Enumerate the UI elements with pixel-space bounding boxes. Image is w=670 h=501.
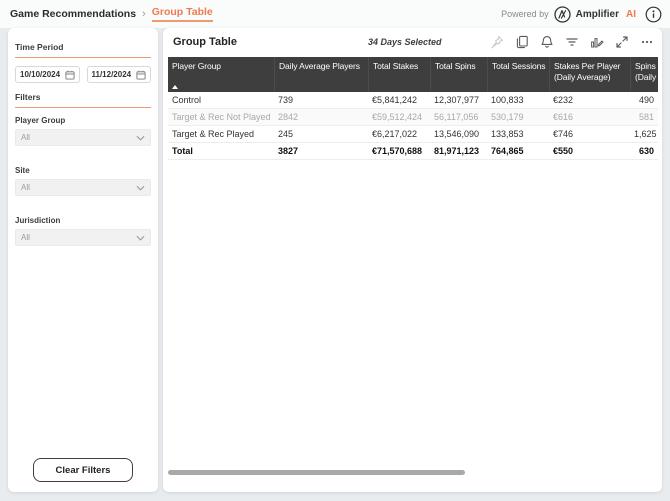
table-cell: 2842 (278, 112, 299, 122)
brand-suffix: AI (626, 8, 636, 20)
column-header[interactable]: Total Sessions (487, 57, 549, 92)
table-cell: 530,179 (491, 112, 524, 122)
chevron-right-icon: › (142, 8, 146, 20)
end-date-value: 11/12/2024 (91, 70, 132, 79)
chevron-down-icon (136, 135, 145, 141)
clear-filters-button[interactable]: Clear Filters (33, 458, 133, 482)
player-group-select[interactable]: All (15, 129, 151, 146)
copy-icon[interactable] (515, 35, 529, 49)
column-header-label: Stakes Per Player (Daily Average) (554, 61, 621, 83)
days-selected-label: 34 Days Selected (368, 37, 442, 47)
divider (15, 107, 151, 108)
table-cell: 490 (638, 95, 654, 105)
more-options-icon[interactable] (640, 35, 654, 49)
start-date-input[interactable]: 10/10/2024 (15, 66, 80, 83)
column-header[interactable]: Player Group (168, 57, 274, 92)
alert-icon[interactable] (540, 35, 554, 49)
site-select[interactable]: All (15, 179, 151, 196)
table-cell: €616 (553, 112, 574, 122)
column-header[interactable]: Total Spins (430, 57, 487, 92)
table-row[interactable]: Control 739 €5,841,242 12,307,977 100,833 €23… (168, 92, 658, 109)
filters-panel: Time Period 10/10/2024 11/12/2024 Filter… (8, 28, 158, 492)
column-header[interactable]: Stakes Per Player (Daily Average) (549, 57, 630, 92)
table-cell: 100,833 (491, 95, 524, 105)
column-header[interactable]: Daily Average Players (274, 57, 368, 92)
table-cell: 12,307,977 (434, 95, 480, 105)
chevron-down-icon (136, 235, 145, 241)
table-cell: 13,546,090 (434, 129, 480, 139)
brand-name: Amplifier (575, 8, 619, 20)
chevron-down-icon (136, 185, 145, 191)
visual-header: Group Table 34 Days Selected (163, 28, 662, 57)
player-group-label: Player Group (15, 116, 66, 125)
table-row[interactable]: Target & Rec Played 245 €6,217,022 13,546,0… (168, 126, 658, 143)
table-cell: 245 (278, 129, 294, 139)
column-header-label: Total Spins (435, 61, 476, 71)
pin-icon[interactable] (490, 35, 504, 49)
filters-heading: Filters (15, 92, 41, 102)
table-cell: 3827 (278, 146, 299, 156)
powered-by-block: Powered by Amplifier AI (501, 5, 662, 23)
filter-icon[interactable] (565, 35, 579, 49)
group-table-panel: Group Table 34 Days Selected Player Grou… (163, 28, 662, 492)
table-cell: 630 (638, 146, 654, 156)
column-header-label: Spins (Daily (635, 61, 657, 83)
table-cell: Target & Rec Played (172, 129, 255, 139)
site-label: Site (15, 166, 30, 175)
divider (15, 57, 151, 58)
table-row[interactable]: Total 3827 €71,570,688 81,971,123 764,865 €55… (168, 143, 658, 160)
jurisdiction-label: Jurisdiction (15, 216, 61, 225)
table-cell: €5,841,242 (372, 95, 418, 105)
horizontal-scrollbar[interactable] (168, 470, 465, 475)
table-row[interactable]: Target & Rec Not Played 2842 €59,512,424 56… (168, 109, 658, 126)
info-icon[interactable] (645, 6, 662, 23)
table-cell: 56,117,056 (434, 112, 479, 122)
breadcrumb-current[interactable]: Group Table (151, 6, 213, 22)
data-table: Player Group Daily Average Players Total S… (168, 57, 658, 160)
calendar-icon[interactable] (64, 70, 75, 80)
time-period-heading: Time Period (15, 42, 64, 52)
table-cell: 581 (638, 112, 654, 122)
table-body: Control 739 €5,841,242 12,307,977 100,833 €23… (168, 92, 658, 160)
table-cell: €6,217,022 (372, 129, 418, 139)
date-range: 10/10/2024 11/12/2024 (15, 66, 151, 83)
column-header-label: Daily Average Players (279, 61, 360, 71)
visual-toolbar (490, 35, 654, 49)
powered-by-label: Powered by (501, 9, 549, 19)
player-group-value: All (21, 133, 30, 142)
visual-title: Group Table (173, 36, 237, 48)
table-cell: €746 (553, 129, 574, 139)
edit-chart-icon[interactable] (590, 35, 604, 49)
jurisdiction-select[interactable]: All (15, 229, 151, 246)
column-header[interactable]: Spins (Daily (630, 57, 658, 92)
table-cell: 1,625 (634, 129, 657, 139)
table-header-row: Player Group Daily Average Players Total S… (168, 57, 658, 92)
column-header-label: Total Sessions (492, 61, 546, 71)
table-cell: 133,853 (491, 129, 524, 139)
start-date-value: 10/10/2024 (20, 70, 61, 79)
table-cell: €71,570,688 (372, 146, 423, 156)
column-header[interactable]: Total Stakes (368, 57, 430, 92)
breadcrumb: Game Recommendations › Group Table (10, 6, 213, 22)
table-cell: €59,512,424 (372, 112, 423, 122)
table-cell: Target & Rec Not Played (172, 112, 271, 122)
table-cell: 739 (278, 95, 294, 105)
table-cell: 764,865 (491, 146, 524, 156)
calendar-icon[interactable] (136, 70, 146, 80)
table-cell: Control (172, 95, 202, 105)
sort-ascending-icon (172, 85, 178, 89)
table-cell: €550 (553, 146, 574, 156)
breadcrumb-root[interactable]: Game Recommendations (10, 8, 136, 20)
column-header-label: Player Group (172, 61, 221, 71)
top-bar: Game Recommendations › Group Table Power… (0, 0, 670, 28)
focus-mode-icon[interactable] (615, 35, 629, 49)
column-header-label: Total Stakes (373, 61, 419, 71)
table-cell: 81,971,123 (434, 146, 480, 156)
table-cell: €232 (553, 95, 574, 105)
table-cell: Total (172, 146, 193, 156)
jurisdiction-value: All (21, 233, 30, 242)
amplifier-logo-icon (554, 5, 571, 23)
site-value: All (21, 183, 30, 192)
end-date-input[interactable]: 11/12/2024 (86, 66, 151, 83)
